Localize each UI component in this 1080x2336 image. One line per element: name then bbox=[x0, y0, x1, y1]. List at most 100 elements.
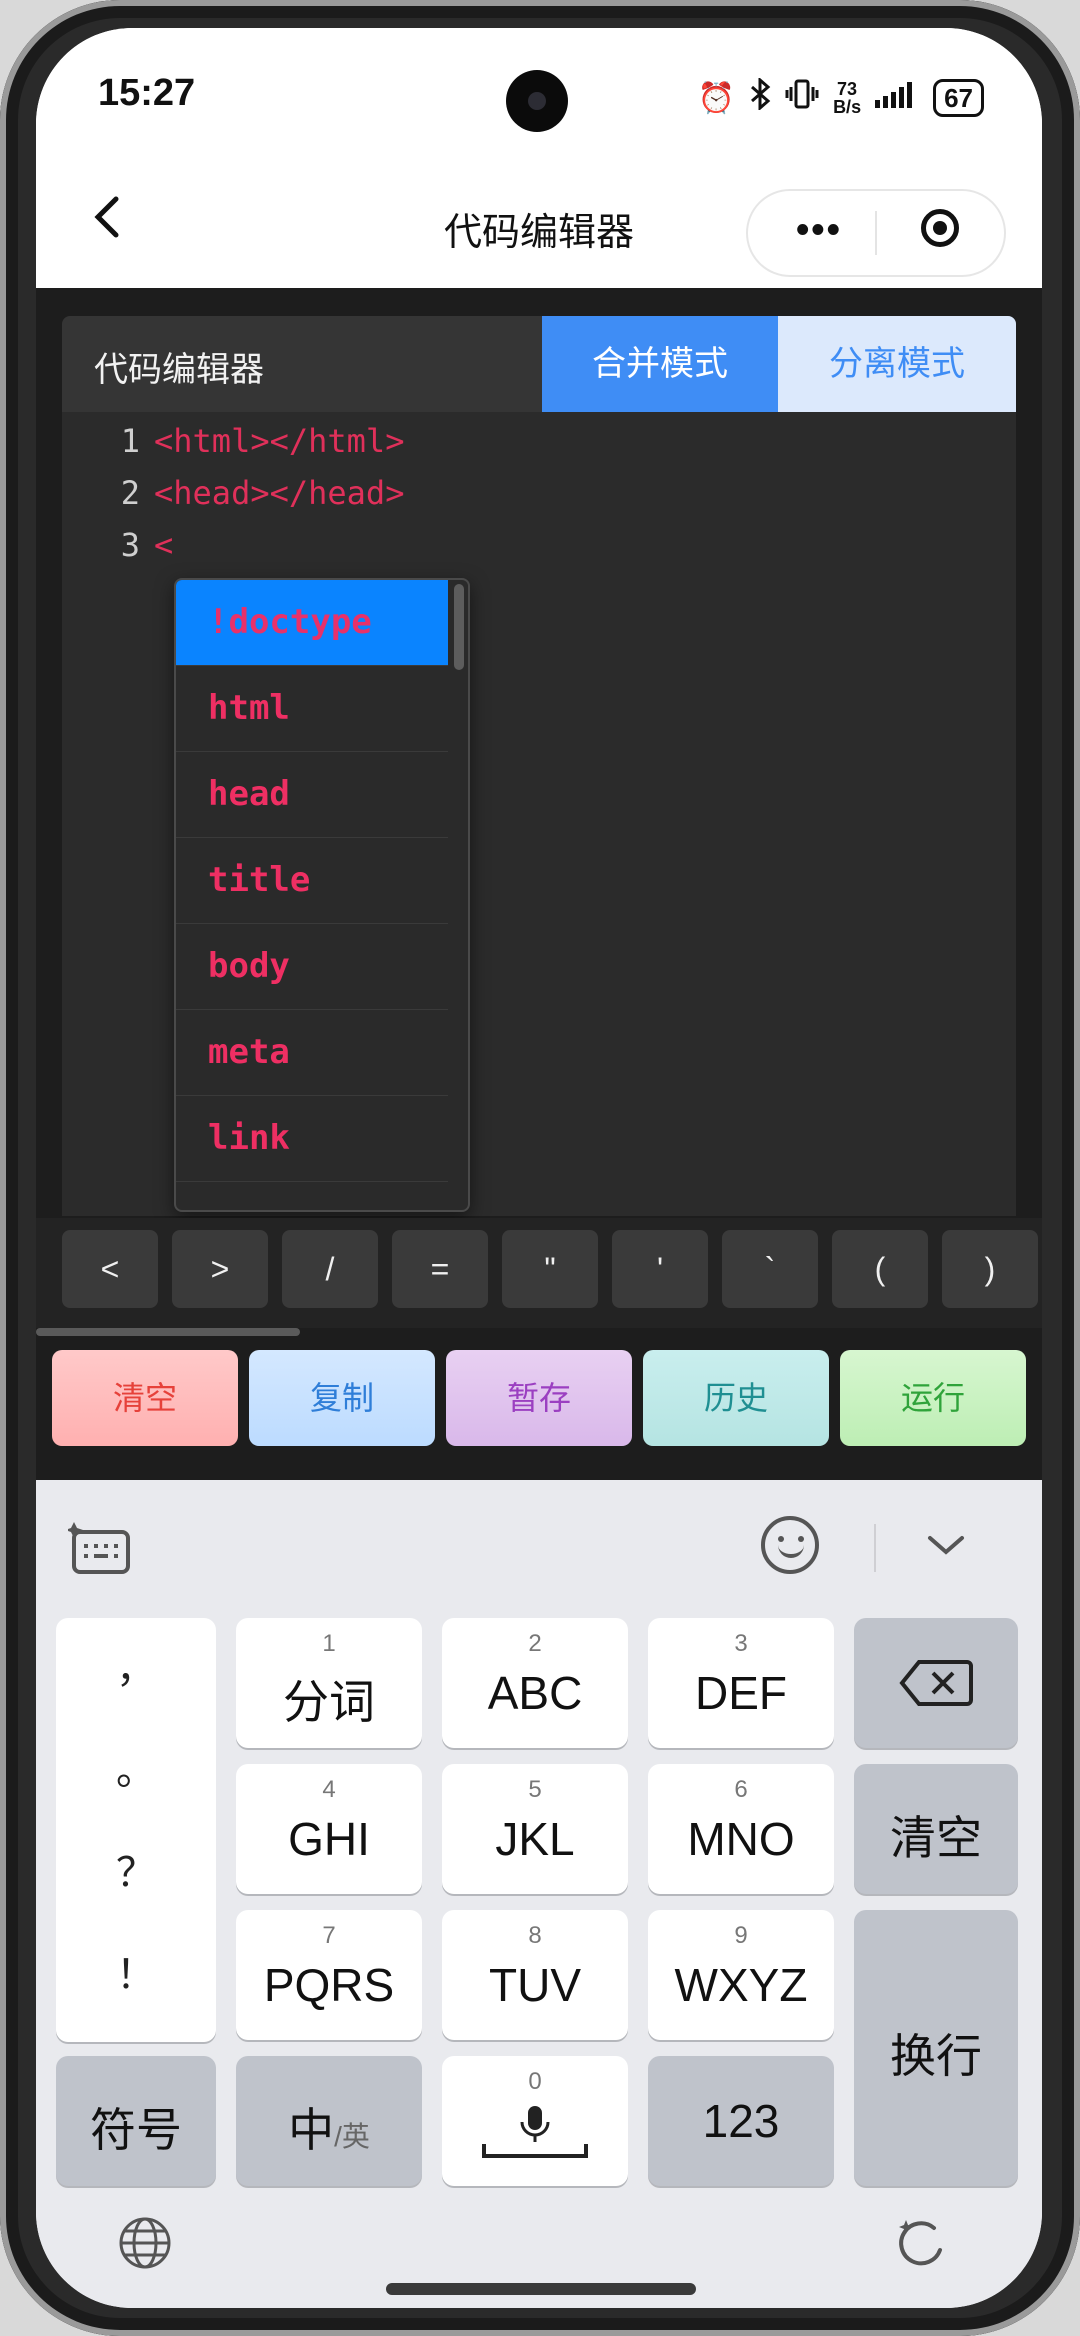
key-label: PQRS bbox=[263, 1959, 395, 2011]
action-bar: 清空 复制 暂存 历史 运行 bbox=[36, 1350, 1042, 1460]
punctuation-period[interactable]: 。 bbox=[56, 1738, 216, 1796]
language-switch-key[interactable]: 中/英 bbox=[236, 2056, 422, 2186]
merge-mode-tab[interactable]: 合并模式 bbox=[542, 316, 778, 412]
phone-frame: 15:27 ⏰ 73 B/s 67 代码编辑器 ••• 代码编辑器 合并模式 分… bbox=[0, 0, 1080, 2336]
key-label: 换行 bbox=[890, 2030, 982, 2082]
editor-title: 代码编辑器 bbox=[94, 351, 264, 389]
screen: 15:27 ⏰ 73 B/s 67 代码编辑器 ••• 代码编辑器 合并模式 分… bbox=[36, 28, 1042, 2308]
key-label: WXYZ bbox=[674, 1959, 808, 2011]
key-6[interactable]: 6 MNO bbox=[648, 1764, 834, 1894]
autocomplete-item-body[interactable]: body bbox=[176, 924, 448, 1010]
punctuation-question[interactable]: ？ bbox=[56, 1840, 216, 1898]
key-label: GHI bbox=[288, 1813, 370, 1865]
key-number: 9 bbox=[734, 1922, 748, 1949]
autocomplete-item-title[interactable]: title bbox=[176, 838, 448, 924]
line-number: 2 bbox=[120, 474, 140, 512]
symbol-key[interactable]: = bbox=[392, 1230, 488, 1308]
key-label: 中/英 bbox=[236, 2094, 422, 2160]
history-button[interactable]: 历史 bbox=[643, 1350, 829, 1446]
autocomplete-item-html[interactable]: html bbox=[176, 666, 448, 752]
line-number: 1 bbox=[120, 422, 140, 460]
autocomplete-item-head[interactable]: head bbox=[176, 752, 448, 838]
punctuation-exclaim[interactable]: ！ bbox=[56, 1942, 216, 2000]
globe-icon[interactable] bbox=[118, 2216, 172, 2270]
chevron-down-icon[interactable] bbox=[916, 1514, 976, 1574]
autocomplete-item-doctype[interactable]: !doctype bbox=[176, 580, 448, 666]
status-icons: ⏰ 73 B/s 67 bbox=[698, 76, 984, 118]
autocomplete-label: link bbox=[208, 1118, 290, 1158]
code-editor-app: 代码编辑器 合并模式 分离模式 1 <html></html> 2 <head>… bbox=[36, 288, 1042, 1480]
key-number: 3 bbox=[734, 1630, 748, 1657]
editor-header: 代码编辑器 合并模式 分离模式 bbox=[62, 316, 1016, 412]
symbols-key[interactable]: 符号 bbox=[56, 2056, 216, 2186]
emoji-icon[interactable] bbox=[761, 1516, 819, 1574]
key-3[interactable]: 3 DEF bbox=[648, 1618, 834, 1748]
signal-icon bbox=[875, 80, 919, 116]
home-indicator[interactable] bbox=[386, 2283, 696, 2295]
status-time: 15:27 bbox=[98, 72, 196, 114]
backspace-key[interactable] bbox=[854, 1618, 1018, 1748]
capsule-divider bbox=[875, 211, 877, 255]
symbol-key[interactable]: < bbox=[62, 1230, 158, 1308]
symbol-key[interactable]: ' bbox=[612, 1230, 708, 1308]
autocomplete-label: meta bbox=[208, 1032, 290, 1072]
microphone-icon bbox=[482, 2106, 588, 2158]
autocomplete-label: title bbox=[208, 860, 311, 900]
toolbar-divider bbox=[874, 1524, 876, 1572]
symbol-key[interactable]: ) bbox=[942, 1230, 1038, 1308]
key-number: 6 bbox=[734, 1776, 748, 1803]
enter-key[interactable]: 换行 bbox=[854, 1910, 1018, 2186]
key-label: 分词 bbox=[283, 1676, 375, 1728]
more-icon[interactable]: ••• bbox=[796, 209, 842, 252]
net-speed-value: 73 bbox=[837, 79, 858, 99]
key-label: 清空 bbox=[890, 1812, 982, 1864]
punctuation-column[interactable]: ， 。 ？ ！ bbox=[56, 1618, 216, 2042]
key-1[interactable]: 1 分词 bbox=[236, 1618, 422, 1748]
key-4[interactable]: 4 GHI bbox=[236, 1764, 422, 1894]
clear-button[interactable]: 清空 bbox=[52, 1350, 238, 1446]
net-speed: 73 B/s bbox=[833, 80, 861, 116]
clear-key[interactable]: 清空 bbox=[854, 1764, 1018, 1894]
mini-program-nav: 代码编辑器 ••• bbox=[36, 163, 1042, 288]
autocomplete-item-meta[interactable]: meta bbox=[176, 1010, 448, 1096]
key-label: MNO bbox=[687, 1813, 795, 1865]
autocomplete-item-link[interactable]: link bbox=[176, 1096, 448, 1182]
save-draft-button[interactable]: 暂存 bbox=[446, 1350, 632, 1446]
rotate-refresh-icon[interactable] bbox=[894, 2214, 952, 2272]
key-5[interactable]: 5 JKL bbox=[442, 1764, 628, 1894]
space-key[interactable]: 0 bbox=[442, 2056, 628, 2186]
keyboard-settings-icon[interactable] bbox=[68, 1520, 132, 1576]
symbol-key[interactable]: / bbox=[282, 1230, 378, 1308]
symbol-key[interactable]: ` bbox=[722, 1230, 818, 1308]
key-7[interactable]: 7 PQRS bbox=[236, 1910, 422, 2040]
split-mode-tab[interactable]: 分离模式 bbox=[778, 316, 1016, 412]
key-9[interactable]: 9 WXYZ bbox=[648, 1910, 834, 2040]
key-number: 5 bbox=[528, 1776, 542, 1803]
lang-alt: /英 bbox=[334, 2121, 370, 2152]
key-number: 1 bbox=[322, 1630, 336, 1657]
run-button[interactable]: 运行 bbox=[840, 1350, 1026, 1446]
symbol-key[interactable]: ( bbox=[832, 1230, 928, 1308]
front-camera bbox=[506, 70, 568, 132]
copy-button[interactable]: 复制 bbox=[249, 1350, 435, 1446]
line-code: <html></html> bbox=[154, 422, 405, 460]
symbol-key[interactable]: " bbox=[502, 1230, 598, 1308]
capsule-menu: ••• bbox=[746, 189, 1006, 277]
key-number: 0 bbox=[528, 2068, 542, 2095]
key-number: 4 bbox=[322, 1776, 336, 1803]
key-8[interactable]: 8 TUV bbox=[442, 1910, 628, 2040]
key-label: 符号 bbox=[90, 2104, 182, 2156]
battery-icon: 67 bbox=[933, 79, 984, 117]
symbol-key[interactable]: > bbox=[172, 1230, 268, 1308]
autocomplete-dropdown: !doctype html head title body meta link bbox=[174, 578, 470, 1212]
symbol-bar-scrollbar[interactable] bbox=[36, 1328, 300, 1336]
autocomplete-label: html bbox=[208, 688, 290, 728]
autocomplete-scrollbar[interactable] bbox=[454, 584, 464, 670]
number-mode-key[interactable]: 123 bbox=[648, 2056, 834, 2186]
key-2[interactable]: 2 ABC bbox=[442, 1618, 628, 1748]
status-bar: 15:27 ⏰ 73 B/s 67 bbox=[36, 28, 1042, 163]
line-code: <head></head> bbox=[154, 474, 405, 512]
punctuation-comma[interactable]: ， bbox=[56, 1636, 216, 1694]
line-number: 3 bbox=[120, 526, 140, 564]
close-mini-program-icon[interactable] bbox=[921, 209, 959, 247]
